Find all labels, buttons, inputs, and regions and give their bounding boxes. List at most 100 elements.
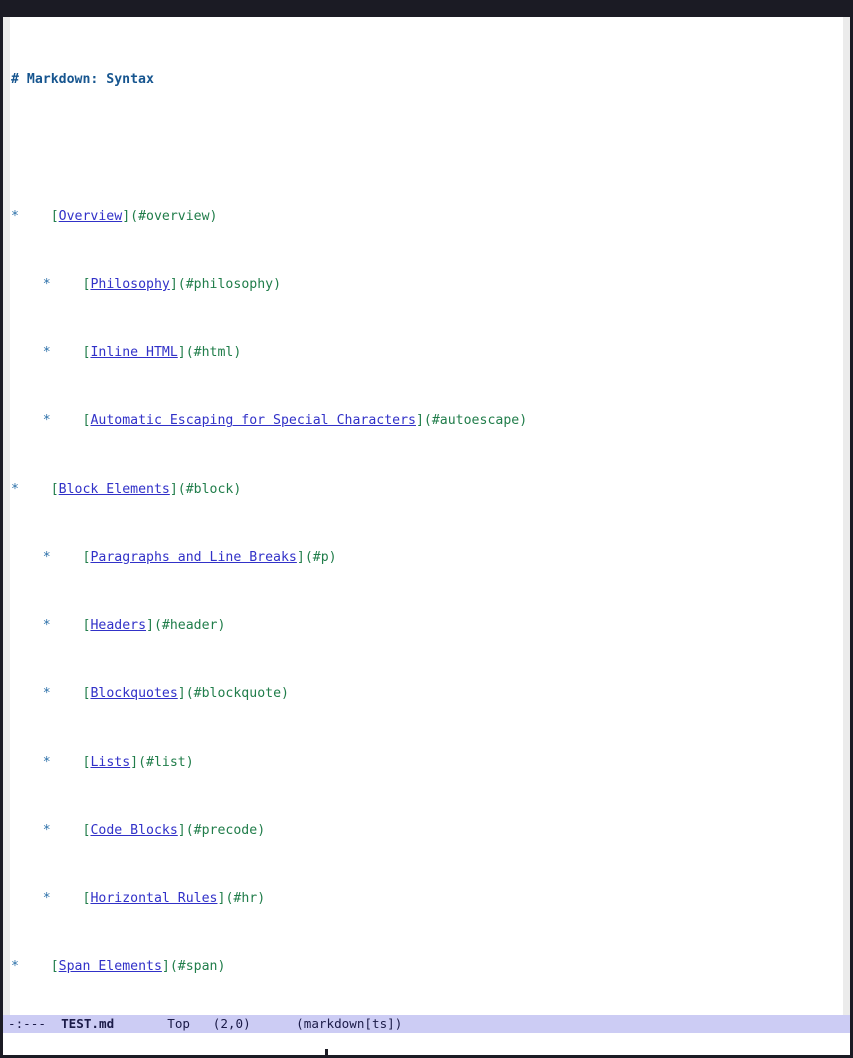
bracket-close: ] (296, 549, 305, 565)
emacs-frame-body: # Markdown: Syntax * [Overview](#overvie… (0, 17, 853, 1055)
list-bullet-icon: * (11, 481, 19, 497)
list-bullet-icon: * (42, 549, 51, 565)
link-target: (#overview) (130, 208, 218, 224)
list-bullet-icon: * (42, 276, 51, 292)
window-title-bar: TEST.md - GNU Emacs at debian (0, 0, 853, 32)
mode-line-position: Top (167, 1016, 190, 1031)
link-target: (#span) (169, 959, 226, 975)
list-bullet-icon: * (42, 891, 51, 907)
markdown-h1: # Markdown: Syntax (11, 72, 154, 88)
link-target: (#header) (153, 618, 226, 634)
toc-link-span-elements[interactable]: Span Elements (59, 959, 162, 974)
list-bullet-icon: * (42, 686, 51, 702)
bracket-close: ] (415, 413, 424, 429)
buffer-TEST-md[interactable]: # Markdown: Syntax * [Overview](#overvie… (10, 17, 614, 1015)
toc-link-horizontal-rules[interactable]: Horizontal Rules (90, 891, 217, 906)
toc-row-span-elements: * [Span Elements](#span) (11, 958, 614, 975)
toc-link-inline-html[interactable]: Inline HTML (90, 345, 177, 360)
bracket-close: ] (161, 959, 170, 975)
bracket-close: ] (122, 208, 131, 224)
link-target: (#html) (185, 345, 242, 361)
toc-row-inline-html: * [Inline HTML](#html) (11, 344, 614, 361)
bracket-close: ] (146, 618, 154, 634)
mode-line-gap (114, 1016, 167, 1031)
right-fringe (843, 17, 850, 1015)
toc-row-block-elements: * [Block Elements](#block) (11, 481, 614, 498)
bracket-close: ] (177, 345, 186, 361)
list-bullet-icon: * (42, 822, 51, 838)
link-target: (#block) (177, 481, 242, 497)
list-bullet-icon: * (11, 959, 19, 975)
list-bullet-icon: * (42, 413, 51, 429)
emacs-window: # Markdown: Syntax * [Overview](#overvie… (3, 17, 850, 1015)
bracket-open: [ (50, 959, 59, 975)
mode-line[interactable]: -:--- TEST.md Top (2,0) (markdown[ts]) (3, 1015, 850, 1033)
bracket-open: [ (50, 208, 59, 224)
toc-row-horizontal-rules: * [Horizontal Rules](#hr) (11, 890, 614, 907)
line-blank (11, 122, 614, 139)
toc-row-philosophy: * [Philosophy](#philosophy) (11, 276, 614, 293)
left-fringe (3, 17, 10, 1015)
mode-line-major-mode[interactable]: (markdown[ts]) (296, 1016, 402, 1031)
bracket-open: [ (50, 481, 59, 497)
toc-row-autoescape: * [Automatic Escaping for Special Charac… (11, 412, 614, 429)
link-target: (#p) (304, 549, 337, 565)
link-target: (#precode) (185, 822, 266, 838)
toc-link-overview[interactable]: Overview (59, 209, 123, 224)
link-target: (#blockquote) (185, 686, 289, 702)
toc-link-blockquotes[interactable]: Blockquotes (90, 686, 177, 701)
bracket-close: ] (130, 754, 139, 770)
list-bullet-icon: * (42, 754, 51, 770)
toc-link-code-blocks[interactable]: Code Blocks (90, 823, 177, 838)
link-target: (#hr) (225, 891, 266, 907)
toc-link-philosophy[interactable]: Philosophy (90, 277, 169, 292)
list-bullet-icon: * (42, 618, 51, 634)
mode-line-gap (251, 1016, 297, 1031)
toc-row-headers: * [Headers](#header) (11, 617, 614, 634)
list-bullet-icon: * (11, 208, 19, 224)
line-heading-1: # Markdown: Syntax (11, 71, 614, 88)
toc-link-paragraphs[interactable]: Paragraphs and Line Breaks (90, 550, 296, 565)
bracket-close: ] (177, 686, 186, 702)
mode-line-gap (46, 1016, 61, 1031)
list-bullet-icon: * (42, 345, 51, 361)
link-target: (#list) (138, 754, 194, 770)
toc-row-code-blocks: * [Code Blocks](#precode) (11, 822, 614, 839)
toc-link-lists[interactable]: Lists (90, 755, 130, 770)
link-target: (#philosophy) (177, 276, 282, 292)
echo-area-minibuffer[interactable] (3, 1033, 850, 1055)
toc-link-headers[interactable]: Headers (90, 618, 146, 633)
mode-line-buffer-name[interactable]: TEST.md (61, 1016, 114, 1031)
bracket-close: ] (169, 276, 178, 292)
toc-link-autoescape[interactable]: Automatic Escaping for Special Character… (90, 413, 416, 428)
link-target: (#autoescape) (423, 413, 528, 429)
toc-row-overview: * [Overview](#overview) (11, 208, 614, 225)
emacs-frame: TEST.md - GNU Emacs at debian # Markdown… (0, 0, 853, 1058)
mode-line-point: (2,0) (212, 1016, 251, 1031)
toc-link-block-elements[interactable]: Block Elements (59, 482, 170, 497)
buffer-text-area[interactable]: # Markdown: Syntax * [Overview](#overvie… (10, 17, 843, 1015)
bracket-close: ] (169, 481, 178, 497)
mouse-pointer-tail-icon (325, 1049, 328, 1058)
bracket-close: ] (177, 822, 186, 838)
toc-row-paragraphs: * [Paragraphs and Line Breaks](#p) (11, 549, 614, 566)
